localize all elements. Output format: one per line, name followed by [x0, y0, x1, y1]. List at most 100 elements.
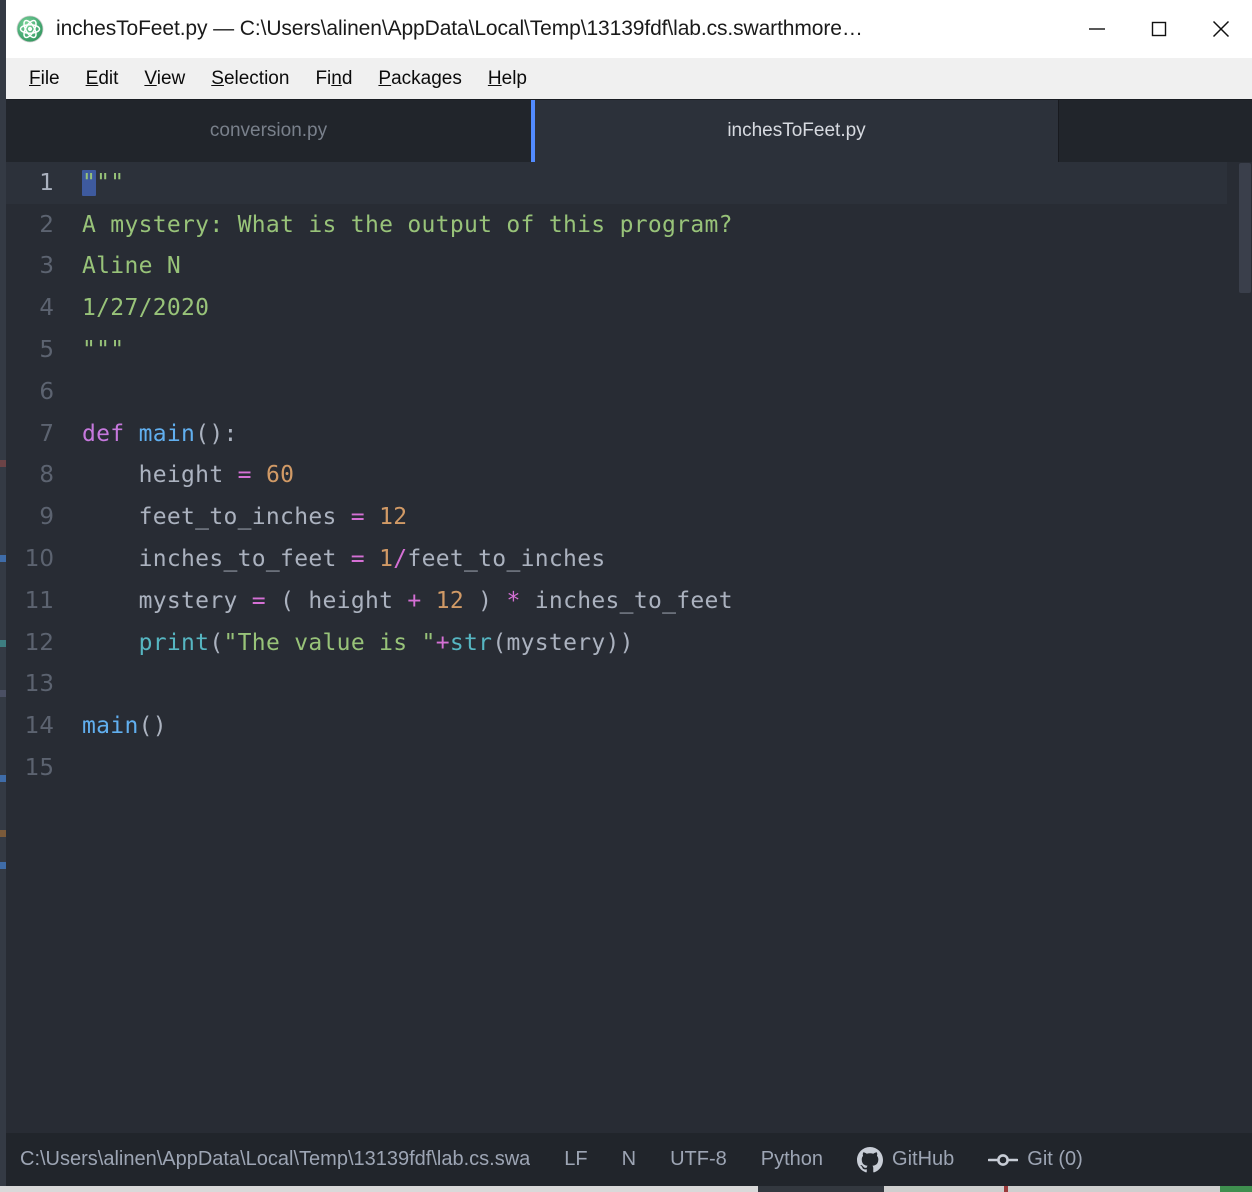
status-git[interactable]: Git (0) [988, 1148, 1083, 1171]
code-token: main [138, 420, 196, 447]
menu-post: elp [501, 68, 527, 89]
code-token: ( [492, 629, 507, 656]
editor-line: 12 print("The value is "+str(mystery)) [6, 622, 1252, 664]
status-github[interactable]: GitHub [857, 1146, 954, 1173]
line-content: print("The value is "+str(mystery)) [64, 630, 1252, 656]
atom-icon [16, 15, 44, 43]
line-content: 1/27/2020 [82, 295, 210, 322]
menu-mnemonic: F [29, 68, 41, 89]
code-token: () [138, 713, 167, 740]
window-title: inchesToFeet.py — C:\Users\alinen\AppDat… [56, 17, 863, 40]
line-number: 1 [39, 169, 54, 196]
line-number: 8 [39, 462, 54, 489]
menu-item-packages[interactable]: Packages [365, 69, 474, 88]
code-token: feet_to_inches [407, 546, 606, 573]
line-number: 4 [39, 295, 54, 322]
status-grammar[interactable]: Python [761, 1148, 823, 1171]
line-number: 9 [39, 504, 54, 531]
editor-line: 9 feet_to_inches = 12 [6, 496, 1252, 538]
code-token: mystery [82, 587, 252, 614]
line-number: 5 [39, 337, 54, 364]
code-token: (): [195, 420, 238, 447]
line-content: A mystery: What is the output of this pr… [82, 211, 733, 238]
editor-scrollbar[interactable] [1238, 162, 1252, 1133]
menu-item-edit[interactable]: Edit [73, 69, 132, 88]
code-token: + [407, 587, 422, 614]
menu-mnemonic: H [487, 68, 502, 89]
code-token: 1 [379, 546, 394, 573]
code-token: = [251, 587, 266, 614]
line-number: 3 [39, 253, 54, 280]
line-content: Aline N [82, 253, 182, 280]
status-cursor-indicator-label: N [621, 1148, 637, 1170]
line-content: """ [82, 337, 125, 364]
status-line-ending-label: LF [564, 1148, 588, 1170]
editor-line: 2 A mystery: What is the output of this … [6, 204, 1252, 246]
editor-line: 4 1/27/2020 [6, 287, 1252, 329]
code-token: = [350, 546, 365, 573]
menu-post: ackages [391, 68, 462, 89]
code-token: ) [464, 587, 507, 614]
status-bar: C:\Users\alinen\AppData\Local\Temp\13139… [6, 1133, 1252, 1186]
line-number: 15 [24, 755, 54, 782]
status-file-path[interactable]: C:\Users\alinen\AppData\Local\Temp\13139… [20, 1148, 530, 1171]
code-token: ( [265, 587, 309, 614]
code-token: def [82, 420, 125, 447]
menu-mnemonic: n [331, 68, 342, 89]
editor-line: 8 height = 60 [6, 455, 1252, 497]
minimize-button[interactable] [1066, 0, 1128, 58]
status-git-label: Git (0) [1027, 1148, 1083, 1170]
git-commit-icon [988, 1150, 1019, 1170]
line-content: mystery = ( height + 12 ) * inches_to_fe… [64, 588, 1252, 614]
menu-bar: File Edit View Selection Find Packages H… [6, 58, 1252, 100]
code-token: * [506, 587, 521, 614]
bg-seg [884, 1186, 1004, 1192]
atom-editor-window: inchesToFeet.py — C:\Users\alinen\AppDat… [6, 0, 1252, 1186]
menu-item-find[interactable]: Find [302, 69, 365, 88]
line-number: 2 [39, 211, 54, 238]
tab-label: inchesToFeet.py [727, 120, 866, 141]
code-token: + [435, 629, 450, 656]
menu-item-selection[interactable]: Selection [198, 69, 302, 88]
title-bar: inchesToFeet.py — C:\Users\alinen\AppDat… [6, 0, 1252, 58]
editor-scrollbar-thumb[interactable] [1239, 163, 1251, 293]
status-cursor-indicator[interactable]: N [622, 1148, 636, 1171]
code-token: "The value is " [223, 629, 436, 656]
maximize-button[interactable] [1128, 0, 1190, 58]
bg-seg [0, 1186, 758, 1192]
menu-mnemonic: E [85, 68, 99, 89]
line-content: inches_to_feet = 1/feet_to_inches [64, 546, 1252, 572]
menu-item-file[interactable]: File [16, 69, 73, 88]
line-number: 13 [24, 671, 54, 698]
menu-post: d [341, 68, 353, 89]
menu-item-view[interactable]: View [131, 69, 198, 88]
line-number: 12 [24, 629, 54, 656]
line-content: height = 60 [64, 462, 1252, 488]
code-editor[interactable]: 1 """ 2 A mystery: What is the output of… [6, 162, 1252, 1133]
code-token: = [350, 504, 365, 531]
close-button[interactable] [1190, 0, 1252, 58]
menu-pre: Fi [315, 68, 332, 89]
menu-mnemonic: P [378, 68, 392, 89]
code-token: 60 [265, 462, 295, 489]
menu-item-help[interactable]: Help [475, 69, 540, 88]
editor-line: 13 [6, 664, 1252, 706]
line-content: def main(): [64, 421, 1252, 447]
status-encoding[interactable]: UTF-8 [670, 1148, 727, 1171]
code-token: mystery [506, 629, 606, 656]
code-token: str [449, 629, 493, 656]
line-content: feet_to_inches = 12 [64, 504, 1252, 530]
code-token: ( [209, 629, 224, 656]
menu-post: dit [98, 68, 119, 89]
editor-line: 1 """ [6, 162, 1252, 204]
code-token: height [82, 462, 238, 489]
code-token: print [138, 629, 210, 656]
status-line-ending[interactable]: LF [564, 1148, 587, 1171]
tab-conversion-py[interactable]: conversion.py [6, 100, 531, 162]
bg-seg [1220, 1186, 1252, 1192]
menu-post: iew [156, 68, 186, 89]
tab-inchestofeet-py[interactable]: inchesToFeet.py [531, 100, 1058, 162]
